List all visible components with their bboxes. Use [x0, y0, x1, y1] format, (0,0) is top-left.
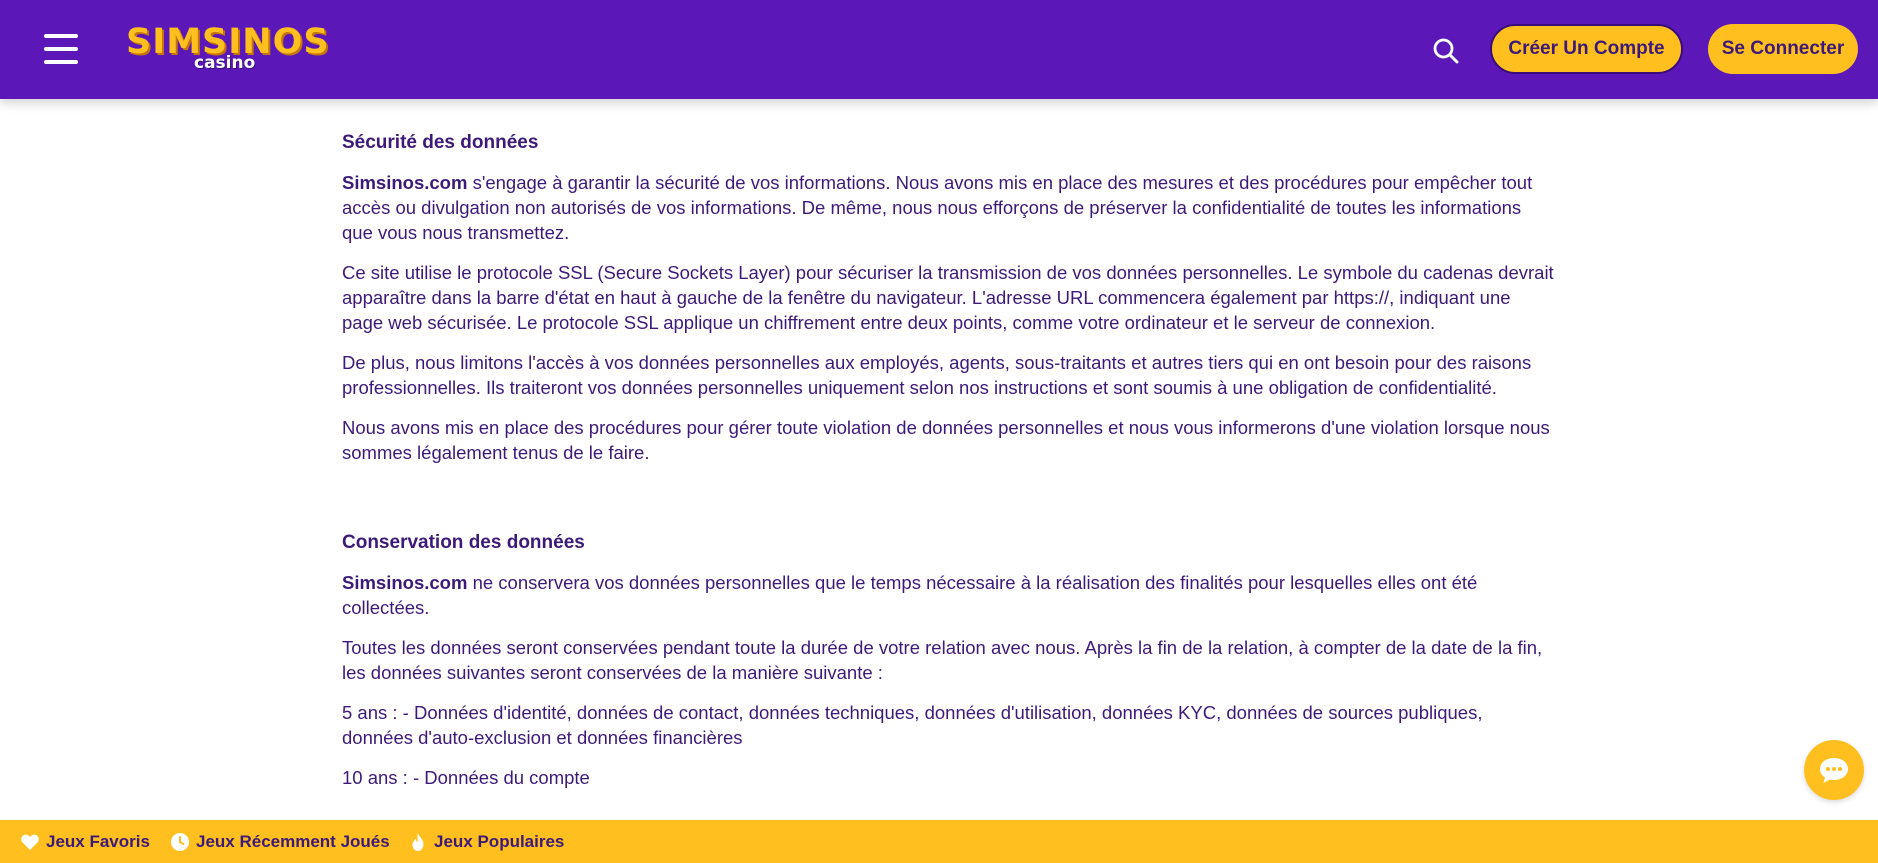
menu-bar — [44, 47, 78, 51]
brand-name: Simsinos.com — [342, 572, 468, 593]
flame-icon — [412, 833, 424, 851]
heart-icon — [21, 834, 39, 850]
security-paragraph-3: De plus, nous limitons l'accès à vos don… — [342, 352, 1532, 398]
retention-paragraph-4: 10 ans : - Données du compte — [342, 767, 590, 788]
menu-bar — [44, 34, 78, 38]
security-paragraph-2: Ce site utilise le protocole SSL (Secure… — [342, 262, 1554, 333]
security-paragraph-4: Nous avons mis en place des procédures p… — [342, 417, 1550, 463]
menu-bar — [44, 60, 78, 64]
create-account-button[interactable]: Créer Un Compte — [1490, 24, 1683, 74]
logo-subtitle: casino — [194, 53, 256, 73]
search-icon[interactable] — [1432, 37, 1460, 65]
site-logo[interactable]: SIMSINOS casino — [126, 22, 329, 74]
top-header: SIMSINOS casino Créer Un Compte Se Conne… — [0, 0, 1878, 99]
favorite-games-label: Jeux Favoris — [46, 832, 150, 851]
chat-icon[interactable] — [1804, 740, 1864, 800]
security-section-title: Sécurité des données — [342, 132, 539, 153]
security-paragraph-1: Simsinos.com s'engage à garantir la sécu… — [342, 170, 1554, 245]
paragraph-text: s'engage à garantir la sécurité de vos i… — [342, 172, 1533, 243]
privacy-content: Sécurité des données Simsinos.com s'enga… — [342, 120, 1554, 805]
retention-section-title: Conservation des données — [342, 532, 585, 553]
retention-paragraph-2: Toutes les données seront conservées pen… — [342, 637, 1543, 683]
login-button[interactable]: Se Connecter — [1708, 24, 1858, 74]
recent-games-label: Jeux Récemment Joués — [196, 832, 390, 851]
clock-icon — [171, 833, 189, 851]
retention-paragraph-1: Simsinos.com ne conservera vos données p… — [342, 570, 1554, 620]
retention-paragraph-3: 5 ans : - Données d'identité, données de… — [342, 702, 1483, 748]
bottom-games-bar: Jeux Favoris Jeux Récemment Joués Jeux P… — [0, 820, 1878, 863]
hamburger-menu-icon[interactable] — [44, 34, 78, 64]
paragraph-text: ne conservera vos données personnelles q… — [342, 572, 1478, 618]
brand-name: Simsinos.com — [342, 172, 468, 193]
popular-games-label: Jeux Populaires — [434, 832, 565, 851]
